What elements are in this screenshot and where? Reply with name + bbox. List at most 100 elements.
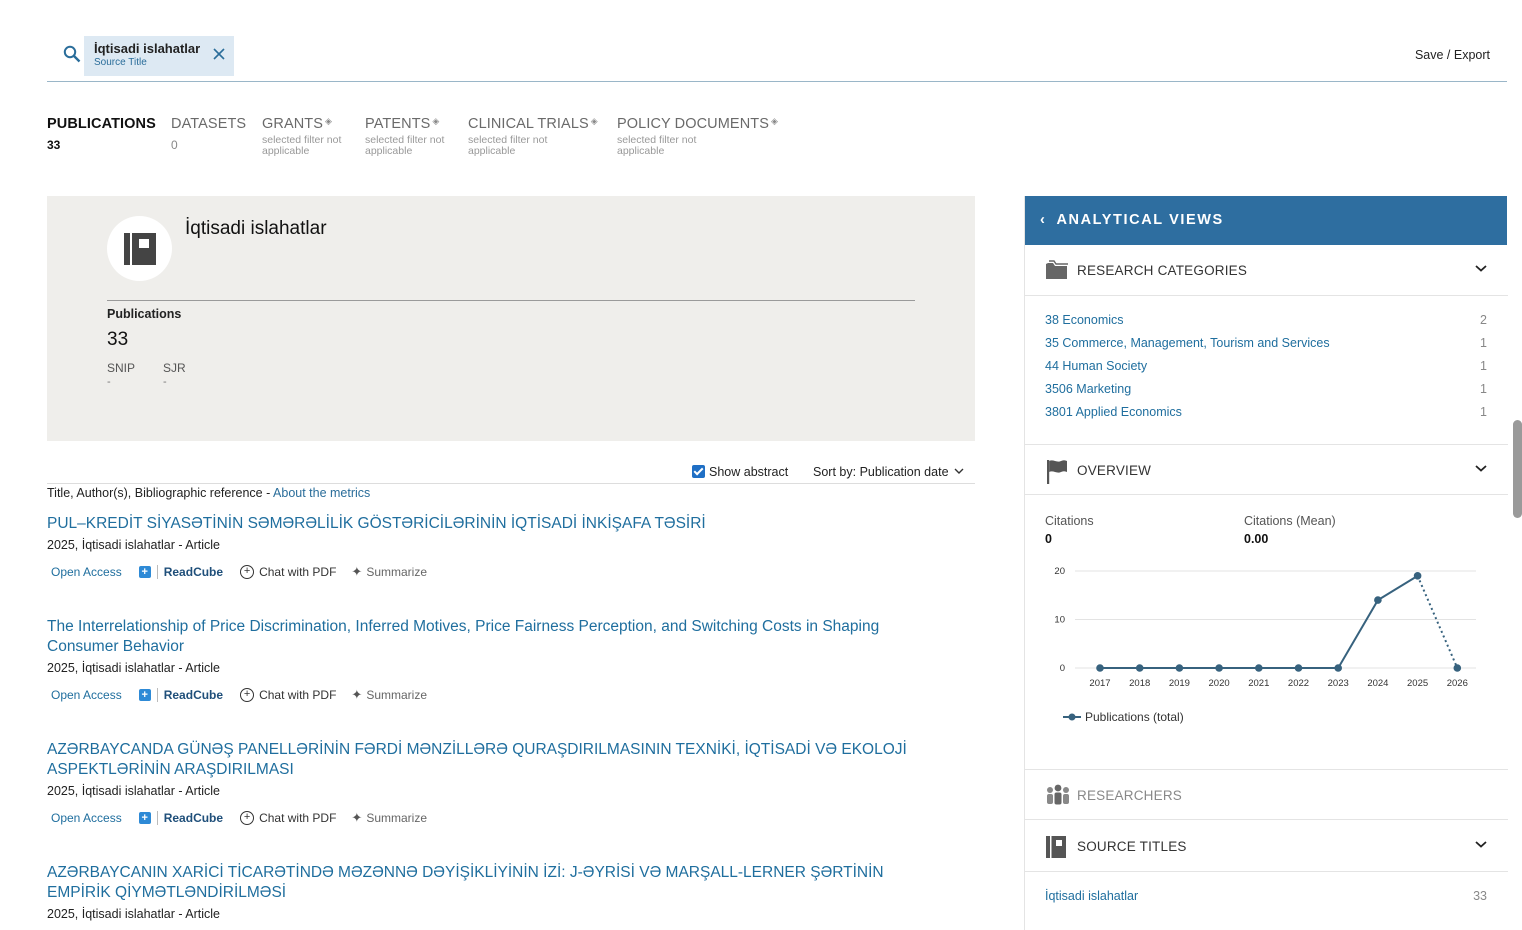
publication-meta: 2025, İqtisadi islahatlar - Article <box>47 907 221 921</box>
source-titles-header[interactable]: SOURCE TITLES <box>1025 821 1508 872</box>
source-title-link[interactable]: İqtisadi islahatlar <box>1045 889 1138 903</box>
category-row[interactable]: 3506 Marketing 1 <box>1045 382 1487 396</box>
data-point <box>1413 572 1422 580</box>
category-row[interactable]: 38 Economics 2 <box>1045 313 1487 327</box>
category-link[interactable]: 3801 Applied Economics <box>1045 405 1182 419</box>
chat-pdf-label: Chat with PDF <box>259 688 337 702</box>
researchers-header[interactable]: RESEARCHERS <box>1025 769 1508 820</box>
x-tick-label: 2021 <box>1248 678 1269 689</box>
show-abstract-checkbox[interactable]: Show abstract <box>692 465 788 479</box>
data-point <box>1135 664 1144 672</box>
x-tick-label: 2023 <box>1328 678 1349 689</box>
publication-meta: 2025, İqtisadi islahatlar - Article <box>47 538 221 552</box>
tab-label: PUBLICATIONS <box>47 116 156 132</box>
tab-policy-documents[interactable]: POLICY DOCUMENTS ◈ selected filter not ap… <box>617 116 778 157</box>
tab-datasets[interactable]: DATASETS 0 <box>171 116 246 152</box>
open-access-link[interactable]: Open Access <box>51 688 122 702</box>
sort-dropdown[interactable]: Sort by: Publication date <box>813 465 964 479</box>
chevron-down-icon <box>954 468 964 474</box>
search-icon[interactable] <box>63 45 81 63</box>
source-title-count: 33 <box>1473 889 1487 903</box>
chat-pdf-button[interactable]: + Chat with PDF <box>240 565 336 579</box>
sjr-label: SJR <box>163 361 186 375</box>
category-count: 1 <box>1480 336 1487 350</box>
tab-grants[interactable]: GRANTS ◈ selected filter not applicable <box>262 116 354 157</box>
snip-label: SNIP <box>107 361 136 375</box>
list-item: AZƏRBAYCANDA GÜNƏŞ PANELLƏRİNİN FƏRDİ MƏ… <box>47 740 947 826</box>
filter-chip[interactable]: İqtisadi islahatlar Source Title <box>84 36 235 76</box>
flag-icon <box>1047 460 1067 484</box>
chat-plus-icon: + <box>240 688 255 702</box>
snip-metric: SNIP - <box>107 361 135 388</box>
research-categories-header[interactable]: RESEARCH CATEGORIES <box>1025 245 1508 296</box>
summarize-button[interactable]: ✦ Summarize <box>351 810 427 826</box>
sort-label: Sort by: <box>813 465 857 479</box>
y-tick-label: 0 <box>1060 663 1065 674</box>
about-metrics-link[interactable]: About the metrics <box>273 486 370 500</box>
tab-clinical-trials[interactable]: CLINICAL TRIALS ◈ selected filter not app… <box>468 116 598 157</box>
sparkle-icon: ✦ <box>351 564 363 579</box>
overview-header[interactable]: OVERVIEW <box>1025 444 1508 495</box>
x-tick-label: 2017 <box>1089 678 1110 689</box>
analytical-views-header[interactable]: ‹ ANALYTICAL VIEWS <box>1025 196 1507 245</box>
x-tick-label: 2018 <box>1129 678 1150 689</box>
series-line <box>1100 574 1419 669</box>
tab-patents[interactable]: PATENTS ◈ selected filter not applicable <box>365 116 457 157</box>
summarize-button[interactable]: ✦ Summarize <box>351 687 427 703</box>
category-link[interactable]: 44 Human Society <box>1045 359 1147 373</box>
publication-title[interactable]: The Interrelationship of Price Discrimin… <box>47 617 947 657</box>
chevron-down-icon <box>1475 465 1487 472</box>
category-row[interactable]: 44 Human Society 1 <box>1045 359 1487 373</box>
category-row[interactable]: 35 Commerce, Management, Tourism and Ser… <box>1045 336 1487 350</box>
chart-legend: Publications (total) <box>1063 710 1184 724</box>
diamond-icon: ◈ <box>325 116 333 126</box>
checkbox-checked-icon[interactable] <box>692 465 705 478</box>
readcube-button[interactable]: + ReadCube <box>138 688 223 702</box>
close-icon[interactable] <box>212 47 226 61</box>
panel-title: ANALYTICAL VIEWS <box>1056 212 1224 228</box>
save-export-button[interactable]: Save / Export <box>1415 48 1490 62</box>
summarize-label: Summarize <box>366 565 428 579</box>
tab-label: PATENTS <box>365 116 431 132</box>
show-abstract-label: Show abstract <box>709 465 789 479</box>
source-card: İqtisadi islahatlar Publications 33 SNIP… <box>47 196 975 441</box>
legend-label: Publications (total) <box>1085 710 1184 724</box>
chat-pdf-button[interactable]: + Chat with PDF <box>240 688 336 702</box>
publication-meta: 2025, İqtisadi islahatlar - Article <box>47 784 221 798</box>
category-link[interactable]: 38 Economics <box>1045 313 1124 327</box>
tab-count: 33 <box>47 138 61 152</box>
x-tick-label: 2026 <box>1447 678 1468 689</box>
search-bar: İqtisadi islahatlar Source Title Save / … <box>47 30 1507 82</box>
category-link[interactable]: 35 Commerce, Management, Tourism and Ser… <box>1045 336 1330 350</box>
series-line-projection <box>1416 575 1459 669</box>
sparkle-icon: ✦ <box>351 687 363 702</box>
open-access-link[interactable]: Open Access <box>51 811 122 825</box>
source-title-row[interactable]: İqtisadi islahatlar 33 <box>1045 889 1487 903</box>
summarize-label: Summarize <box>366 688 428 702</box>
publication-title[interactable]: AZƏRBAYCANIN XARİCİ TİCARƏTİNDƏ MƏZƏNNƏ … <box>47 863 947 903</box>
citations-value: 0 <box>1045 532 1052 546</box>
category-count: 1 <box>1480 359 1487 373</box>
category-link[interactable]: 3506 Marketing <box>1045 382 1131 396</box>
plus-icon: + <box>138 812 151 824</box>
publication-title[interactable]: AZƏRBAYCANDA GÜNƏŞ PANELLƏRİNİN FƏRDİ MƏ… <box>47 740 947 780</box>
data-point <box>1255 664 1263 672</box>
readcube-button[interactable]: + ReadCube <box>138 811 223 825</box>
summarize-label: Summarize <box>366 811 428 825</box>
avatar <box>107 216 172 281</box>
category-row[interactable]: 3801 Applied Economics 1 <box>1045 405 1487 419</box>
list-item: PUL–KREDİT SİYASƏTİNİN SƏMƏRƏLİLİK GÖSTƏ… <box>47 514 947 580</box>
summarize-button[interactable]: ✦ Summarize <box>351 564 427 580</box>
tab-publications[interactable]: PUBLICATIONS 33 <box>47 116 156 152</box>
open-access-link[interactable]: Open Access <box>51 565 122 579</box>
tab-note: selected filter not applicable <box>617 134 697 157</box>
sort-value: Publication date <box>859 465 949 479</box>
publication-actions: Open Access + ReadCube + Chat with PDF ✦ Su… <box>47 810 947 826</box>
chat-pdf-button[interactable]: + Chat with PDF <box>240 811 336 825</box>
readcube-button[interactable]: + ReadCube <box>138 565 223 579</box>
publications-line-chart: 0 10 20 2017 2018 2019 2020 2021 2022 2023 2024 202… <box>1054 566 1476 689</box>
scrollbar-thumb[interactable] <box>1513 420 1522 518</box>
data-point <box>1294 664 1303 672</box>
publication-title[interactable]: PUL–KREDİT SİYASƏTİNİN SƏMƏRƏLİLİK GÖSTƏ… <box>47 514 947 534</box>
citations-mean-value: 0.00 <box>1244 532 1269 546</box>
